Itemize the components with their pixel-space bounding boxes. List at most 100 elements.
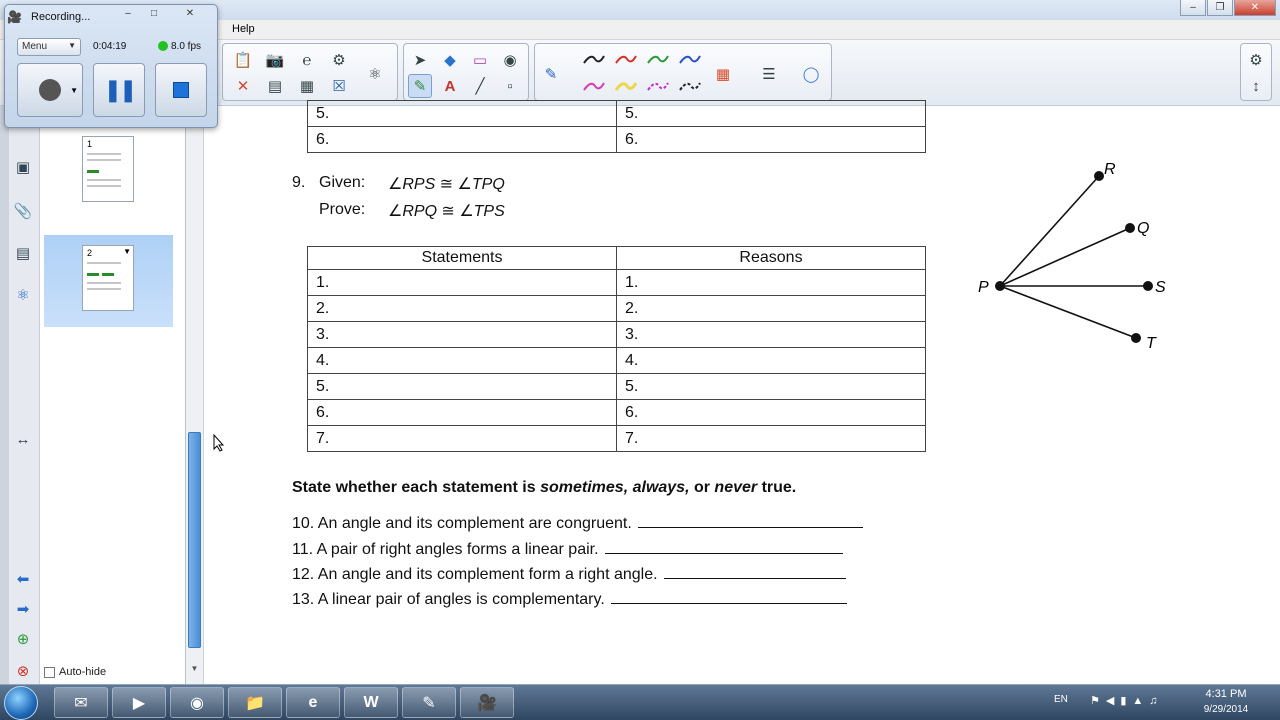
recorder-minimize-button[interactable]: –	[117, 8, 139, 22]
clock-date[interactable]: 9/29/2014	[1190, 704, 1262, 715]
reason-cell: 6.	[616, 126, 926, 153]
table-row: 2. 2.	[307, 295, 926, 322]
record-options-arrow-icon[interactable]: ▼	[70, 86, 78, 95]
internet-explorer-icon[interactable]: e	[286, 687, 340, 718]
statement-cell: 3.	[307, 321, 617, 348]
pen-green-icon[interactable]	[647, 53, 669, 65]
start-button[interactable]	[4, 686, 38, 720]
point-s	[1143, 281, 1153, 291]
answer-blank[interactable]	[663, 565, 846, 579]
add-page-icon[interactable]: ⊕	[10, 626, 36, 652]
pen-yellow-icon[interactable]	[615, 80, 637, 92]
line-tool-icon[interactable]: ╱	[468, 74, 492, 98]
stop-button[interactable]	[155, 63, 207, 117]
autohide-label: Auto-hide	[59, 666, 107, 678]
text-tool-icon[interactable]: A	[438, 74, 462, 98]
pen-red-icon[interactable]	[615, 53, 637, 65]
reason-cell: 3.	[616, 321, 926, 348]
line-style-icon[interactable]: ☰	[757, 62, 781, 86]
pen-magenta-icon[interactable]	[583, 80, 605, 92]
system-tray-icons[interactable]: ⚑◀▮▲♫	[1090, 694, 1164, 707]
pause-button[interactable]: ❚❚	[93, 63, 145, 117]
delete-icon[interactable]: ✕	[231, 74, 255, 98]
previous-page-icon[interactable]: ⬅	[10, 566, 36, 592]
pen-black-icon[interactable]	[583, 53, 605, 65]
delete-page-icon[interactable]: ⊗	[10, 658, 36, 684]
answer-blank[interactable]	[637, 514, 863, 528]
vertical-scrollbar[interactable]: ▼	[186, 106, 204, 684]
color-palette-icon[interactable]: ▦	[711, 62, 735, 86]
pen-icon[interactable]: ✎	[408, 74, 432, 98]
table-row: 5. 5.	[307, 100, 926, 127]
label-r: R	[1104, 161, 1116, 178]
word-icon[interactable]: W	[344, 687, 398, 718]
input-language[interactable]: EN	[1054, 694, 1068, 705]
smart-notebook-icon[interactable]: ✎	[402, 687, 456, 718]
question-11: 11. A pair of right angles forms a linea…	[292, 540, 843, 559]
gallery-icon[interactable]: ▣	[10, 154, 36, 180]
recorder-maximize-button[interactable]: □	[143, 8, 165, 22]
gear-icon[interactable]: ⚙	[1244, 48, 1268, 72]
paste-icon[interactable]: 📋	[231, 48, 255, 72]
statements-header: Statements	[307, 246, 617, 270]
clock-time[interactable]: 4:31 PM	[1190, 688, 1262, 700]
eraser-tool-icon[interactable]: ▫	[498, 74, 522, 98]
clear-ink-icon[interactable]: ☒	[327, 74, 351, 98]
file-explorer-icon[interactable]: 📁	[228, 687, 282, 718]
next-page-icon[interactable]: ➡	[10, 596, 36, 622]
close-button[interactable]: ✕	[1234, 0, 1276, 16]
fill-icon[interactable]: ◉	[498, 48, 522, 72]
point-t	[1131, 333, 1141, 343]
eraser-icon[interactable]: ▭	[468, 48, 492, 72]
document-camera-icon[interactable]: ⚙	[327, 48, 351, 72]
label-s: S	[1155, 279, 1166, 296]
recorder-title: Recording...	[31, 11, 91, 23]
menu-help[interactable]: Help	[232, 23, 255, 35]
minimize-button[interactable]: –	[1180, 0, 1206, 16]
autohide-option[interactable]: Auto-hide	[44, 666, 106, 678]
table-row: 7. 7.	[307, 425, 926, 452]
shapes-icon[interactable]: ◆	[438, 48, 462, 72]
screen-shade-icon[interactable]: ▤	[263, 74, 287, 98]
reason-cell: 5.	[616, 373, 926, 400]
camtasia-icon[interactable]: ▶	[112, 687, 166, 718]
scroll-thumb[interactable]	[188, 432, 201, 648]
recorder-taskbar-icon[interactable]: 🎥	[460, 687, 514, 718]
attachments-icon[interactable]: 📎	[10, 198, 36, 224]
pause-icon: ❚❚	[103, 77, 138, 102]
addons-icon[interactable]: ⚛	[363, 62, 387, 86]
autohide-checkbox[interactable]	[44, 666, 55, 678]
recorder-close-button[interactable]: ✕	[179, 8, 201, 22]
recorder-menu-dropdown[interactable]: Menu ▼	[17, 38, 81, 56]
statement-cell: 6.	[307, 399, 617, 426]
pen-black-dashed-icon[interactable]	[679, 80, 701, 92]
answer-blank[interactable]	[604, 540, 843, 554]
answer-blank[interactable]	[610, 590, 847, 604]
toolbar-group-pens: ✎ ▦ ☰ ◯	[534, 43, 832, 101]
move-toolbar-icon[interactable]: ↕	[1244, 74, 1268, 98]
angle-diagram: P R Q S T	[978, 161, 1166, 352]
properties-icon[interactable]: ▤	[10, 240, 36, 266]
restore-button[interactable]: ❐	[1207, 0, 1233, 16]
given-statement: ∠RPS ≅ ∠TPQ	[388, 176, 505, 193]
transparency-icon[interactable]: ◯	[799, 62, 823, 86]
page-menu-arrow-icon[interactable]: ▼	[123, 247, 131, 256]
page-thumbnail[interactable]: 1	[82, 136, 134, 202]
pen-purple-dashed-icon[interactable]	[647, 80, 669, 92]
screen-capture-icon[interactable]: 📷	[263, 48, 287, 72]
outlook-icon[interactable]: ✉	[54, 687, 108, 718]
pen-blue-icon[interactable]	[679, 53, 701, 65]
record-button[interactable]: ▼	[17, 63, 83, 117]
table-icon[interactable]: ▦	[295, 74, 319, 98]
mouse-cursor-icon	[213, 434, 225, 452]
page-thumbnail-selected[interactable]: 2 ▼	[82, 245, 134, 311]
ray-pq	[999, 227, 1131, 287]
select-arrow-icon[interactable]: ➤	[408, 48, 432, 72]
addons-tab-icon[interactable]: ⚛	[10, 282, 36, 308]
chrome-icon[interactable]: ◉	[170, 687, 224, 718]
recording-fps: 8.0 fps	[171, 41, 202, 52]
text-format-icon[interactable]: ℮	[295, 48, 319, 72]
pen-properties-icon[interactable]: ✎	[539, 62, 563, 86]
scroll-down-arrow-icon[interactable]: ▼	[188, 664, 201, 678]
sidebar-resize-icon[interactable]: ↔	[10, 426, 36, 452]
